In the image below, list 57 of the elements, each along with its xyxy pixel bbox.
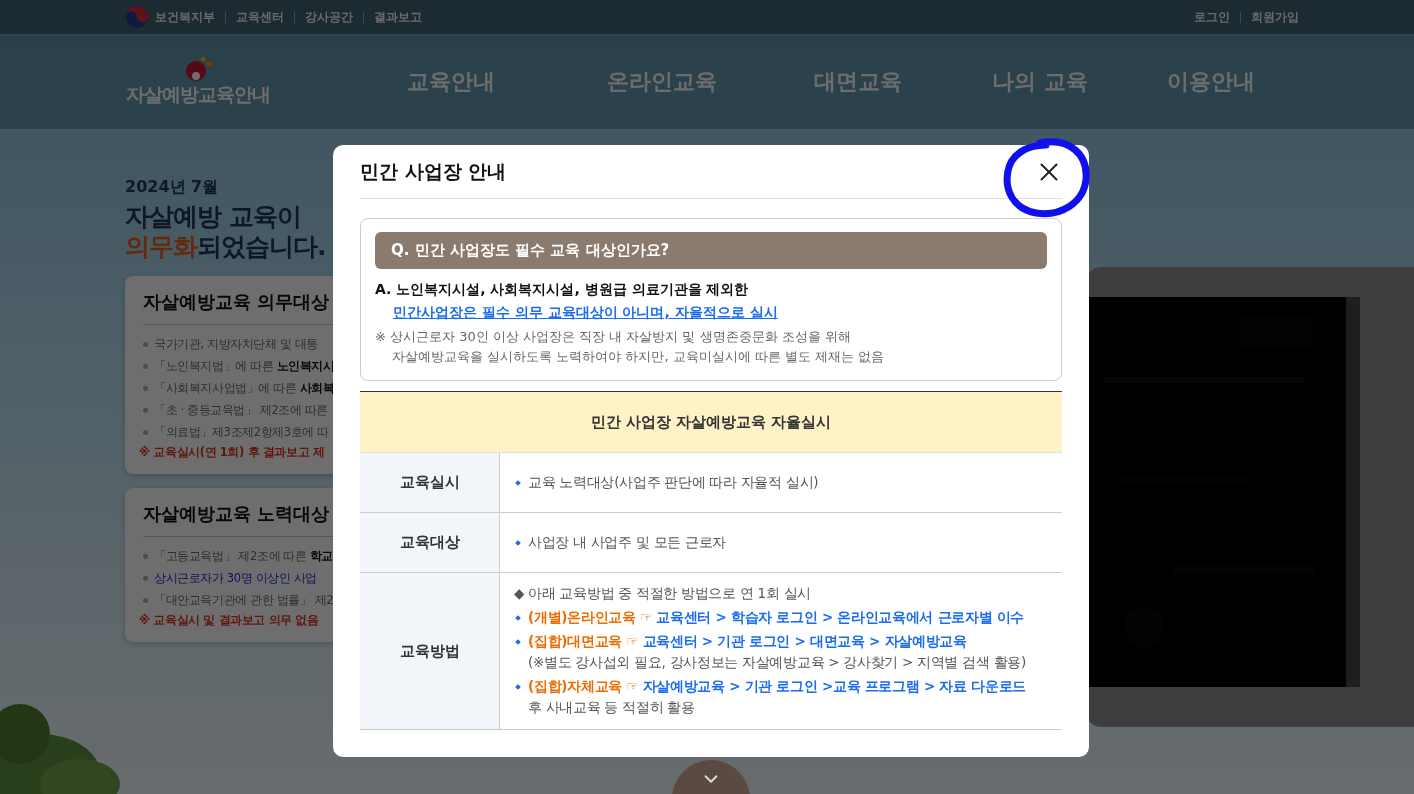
question-bar: Q. 민간 사업장도 필수 교육 대상인가요? <box>375 232 1047 269</box>
bullet-icon <box>515 615 521 621</box>
card-note: ※ 교육실시(연 1회) 후 결과보고 제 <box>139 445 326 460</box>
card-item: 국가기관, 지방자치단체 및 대통 <box>154 336 318 352</box>
row-text: 교육 노력대상(사업주 판단에 따라 자율적 실시) <box>528 473 819 492</box>
nav-item[interactable]: 대면교육 <box>814 67 992 97</box>
card-item: 「노인복지법」에 따른 노인복지시 <box>154 358 335 374</box>
card-note: ※ 교육실시 및 결과보고 의무 없음 <box>139 613 320 628</box>
nav-item[interactable]: 나의 교육 <box>992 67 1167 97</box>
account-link[interactable]: 로그인 <box>1194 8 1230 26</box>
notice-text: ※ 상시근로자 30인 이상 사업장은 직장 내 자살방지 및 생명존중문화 조성을 위해 <box>375 328 852 346</box>
dialog-title: 민간 사업장 안내 <box>360 158 508 184</box>
bullet-icon <box>143 407 148 413</box>
top-link[interactable]: 교육센터 <box>236 8 284 26</box>
row-text: ◆ 아래 교육방법 중 적절한 방법으로 연 1회 실시 <box>514 585 811 603</box>
bullet-icon <box>143 597 148 603</box>
method-line: (집합)대면교육 ☞ 교육센터 > 기관 로그인 > 대면교육 > 자살예방교육 <box>528 633 967 651</box>
card-item: 「사회복지사업법」에 따른 사회복 <box>154 380 335 396</box>
card-item: 「대안교육기관에 관한 법률」 제2 <box>154 592 334 608</box>
nav-item[interactable]: 교육안내 <box>407 67 607 97</box>
table-title: 민간 사업장 자살예방교육 자율실시 <box>360 392 1062 453</box>
bullet-icon <box>143 553 148 559</box>
method-line: (개별)온라인교육 ☞ 교육센터 > 학습자 로그인 > 온라인교육에서 근로자별 이수 <box>528 609 1025 627</box>
bullet-icon <box>143 363 148 369</box>
top-link[interactable]: 결과보고 <box>374 8 422 26</box>
method-note: (※별도 강사섭외 필요, 강사정보는 자살예방교육 > 강사찾기 > 지역별 검색 활용) <box>527 654 1027 672</box>
bullet-icon <box>515 479 521 486</box>
bullet-icon <box>515 639 521 645</box>
bullet-icon <box>143 341 148 347</box>
top-link[interactable]: 강사공간 <box>305 8 353 26</box>
method-line: (집합)자체교육 ☞ 자살예방교육 > 기관 로그인 >교육 프로그램 > 자료 다운로드 <box>528 678 1026 696</box>
notice-text: 자살예방교육을 실시하도록 노력하여야 하지만, 교육미실시에 따른 별도 제재는 없음 <box>391 348 886 366</box>
card-item: 상시근로자가 30명 이상인 사업 <box>154 570 317 586</box>
card-item: 「초 · 중등교육법」 제2조에 따른 <box>154 402 328 418</box>
scrollbar[interactable] <box>1346 297 1360 687</box>
card-item: 「의료법」제3조제2항제3호에 따 <box>154 424 329 440</box>
row-label: 교육실시 <box>360 453 500 512</box>
date-label: 2024년 7월 <box>125 177 220 198</box>
nav-item[interactable]: 온라인교육 <box>607 67 814 97</box>
row-label: 교육대상 <box>360 513 500 572</box>
row-label: 교육방법 <box>360 573 500 729</box>
card-item: 「고등교육법」 제2조에 따른 학교 <box>154 548 334 564</box>
nav-item[interactable]: 이용안내 <box>1167 67 1287 97</box>
answer-link[interactable]: 민간사업장은 필수 의무 교육대상이 아니며, 자율적으로 실시 <box>393 304 778 322</box>
bullet-icon <box>515 539 521 546</box>
row-text: 사업장 내 사업주 및 모든 근로자 <box>528 533 727 552</box>
site-logo[interactable]: 자살예방교육안내 <box>126 82 270 108</box>
logo-icon <box>183 56 213 82</box>
headline: 자살예방 교육이 의무화되었습니다. <box>125 202 327 262</box>
top-link[interactable]: 보건복지부 <box>155 8 215 26</box>
bullet-icon <box>515 684 521 690</box>
account-link[interactable]: 회원가입 <box>1251 8 1299 26</box>
method-note: 후 사내교육 등 적절히 활용 <box>527 699 696 717</box>
bullet-icon <box>143 575 148 581</box>
bullet-icon <box>143 385 148 391</box>
emblem-icon <box>125 5 149 29</box>
bullet-icon <box>143 429 148 435</box>
